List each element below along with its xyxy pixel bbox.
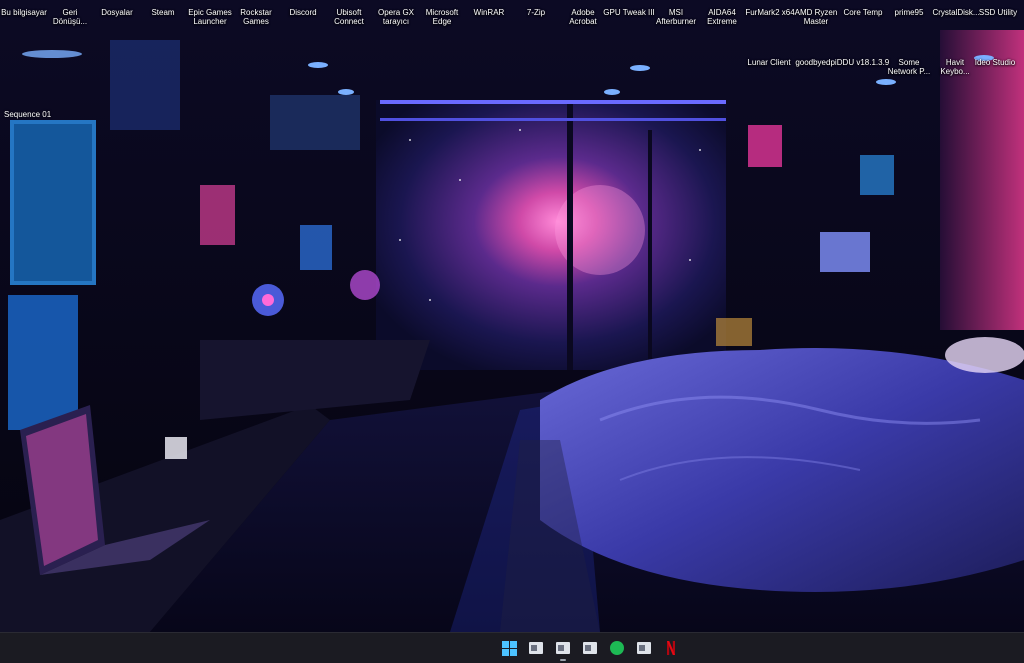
taskbar-spotify[interactable] bbox=[608, 639, 626, 657]
spotify-icon bbox=[610, 641, 624, 655]
desktop-icon-label: SSD Utility bbox=[978, 8, 1018, 17]
desktop-icon-label: Ideo Studio bbox=[974, 58, 1016, 67]
desktop-icon-sequence[interactable]: Sequence 01 bbox=[4, 110, 51, 119]
taskbar-netflix[interactable] bbox=[662, 639, 680, 657]
app-window-icon-pane bbox=[585, 645, 591, 651]
taskbar-app-2[interactable] bbox=[554, 639, 572, 661]
app-window-icon-pane bbox=[531, 645, 537, 651]
desktop-icon-ssd-utility[interactable]: SSD Utility bbox=[966, 4, 1024, 28]
netflix-icon bbox=[667, 641, 675, 655]
taskbar bbox=[0, 632, 1024, 663]
desktop-icon-ideo-studio[interactable]: Ideo Studio bbox=[963, 58, 1024, 82]
app-window-icon-pane bbox=[558, 645, 564, 651]
desktop-wallpaper: Bu bilgisayar Geri Dönüşü... Dosyalar St… bbox=[0, 0, 1024, 632]
taskbar-app-3[interactable] bbox=[581, 639, 599, 657]
taskbar-app-4[interactable] bbox=[635, 639, 653, 657]
taskbar-app-1[interactable] bbox=[527, 639, 545, 657]
running-indicator bbox=[560, 659, 566, 661]
app-window-icon-pane bbox=[639, 645, 645, 651]
netflix-glyph bbox=[667, 641, 675, 655]
start-button[interactable] bbox=[500, 639, 518, 657]
wallpaper-scene bbox=[0, 0, 1024, 632]
